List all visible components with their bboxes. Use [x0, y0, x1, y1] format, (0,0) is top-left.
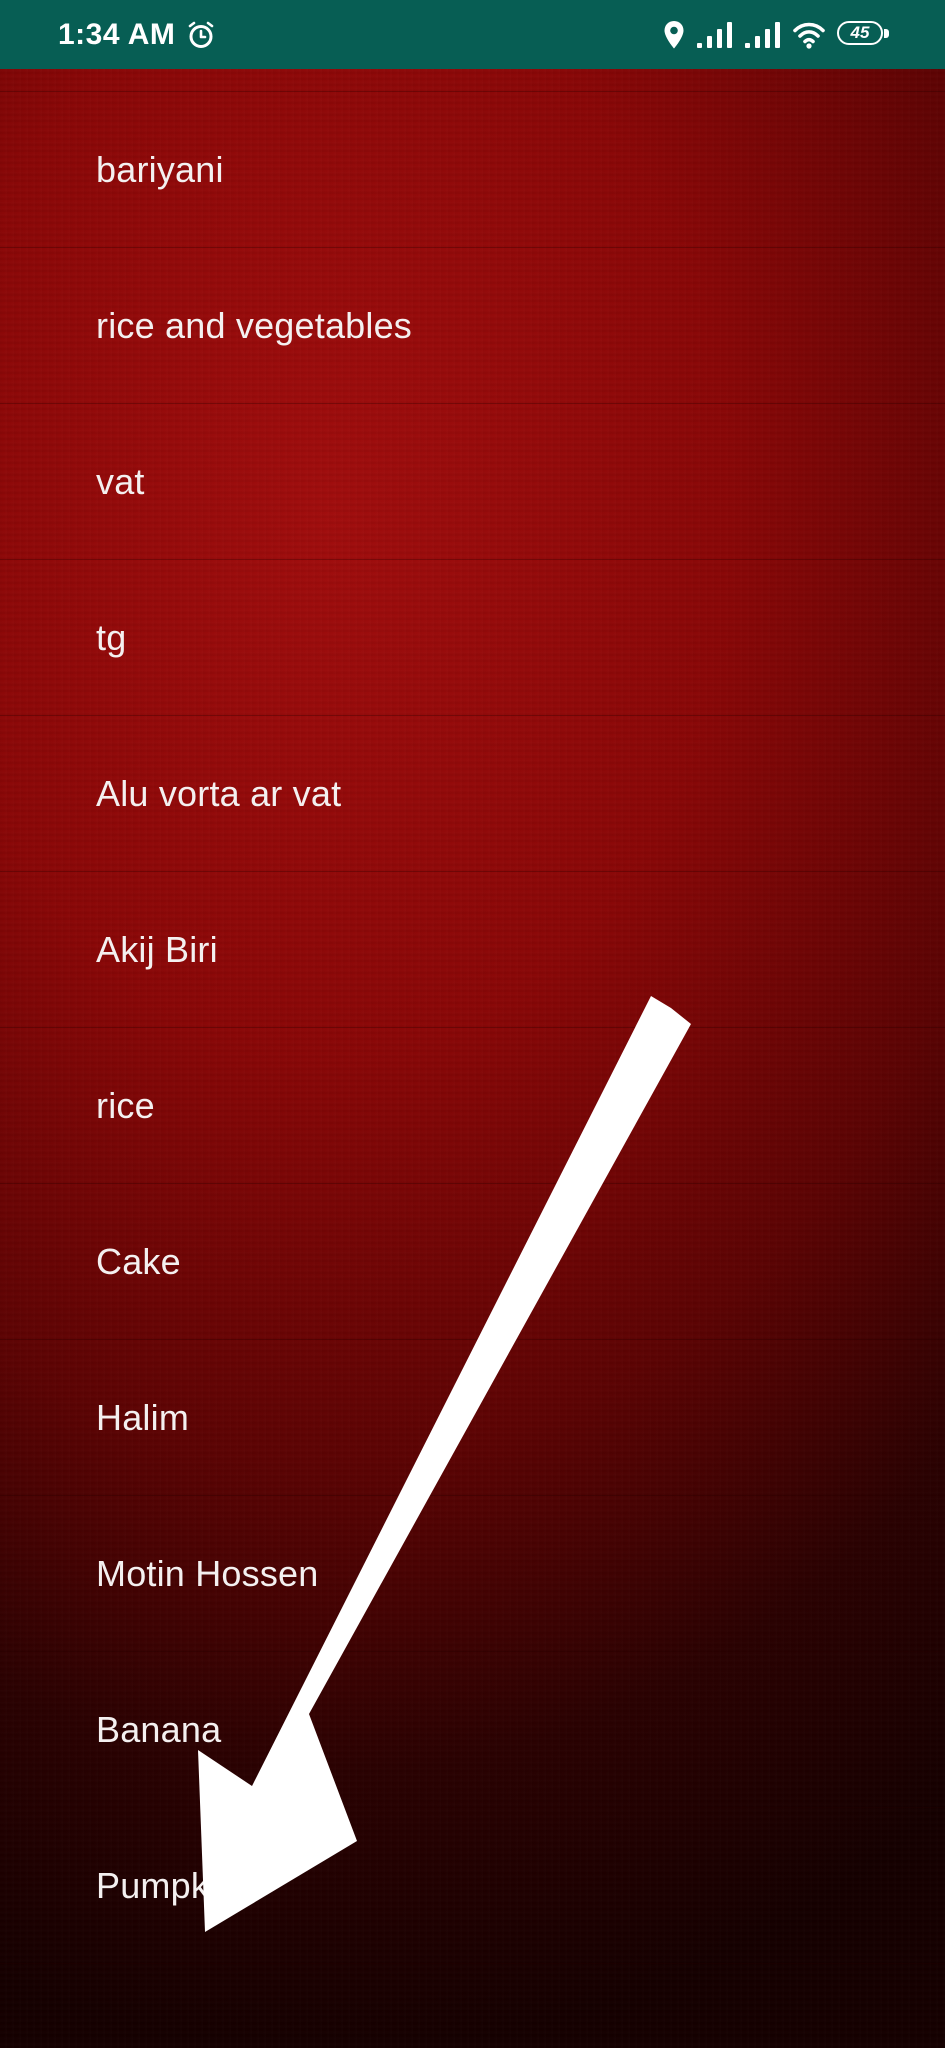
location-icon: [664, 21, 684, 49]
list-item[interactable]: Pumpkin: [0, 1808, 945, 1964]
list-item[interactable]: Banana: [0, 1652, 945, 1808]
list-item[interactable]: rice and vegetables: [0, 248, 945, 404]
list-item[interactable]: Alu vorta ar vat: [0, 716, 945, 872]
food-list: sambar rice bariyani rice and vegetables…: [0, 0, 945, 1964]
list-item-label: Cake: [96, 1241, 181, 1282]
list-item-label: Pumpkin: [96, 1865, 238, 1906]
screen: 1:34 AM 45 bariyani rice and vegetables …: [0, 0, 945, 2048]
alarm-icon: [188, 21, 214, 48]
list-item-label: rice and vegetables: [96, 305, 413, 346]
list-item[interactable]: tg: [0, 560, 945, 716]
list-item-label: Akij Biri: [96, 929, 218, 970]
list-item-label: bariyani: [96, 149, 224, 190]
status-icons: 45: [663, 18, 891, 52]
list-item-label: Banana: [96, 1709, 222, 1750]
list-item[interactable]: Cake: [0, 1184, 945, 1340]
list-item[interactable]: Motin Hossen: [0, 1496, 945, 1652]
signal-icon: [697, 22, 732, 48]
list-item[interactable]: vat: [0, 404, 945, 560]
status-time: 1:34 AM: [58, 18, 176, 51]
list-item-label: rice: [96, 1085, 155, 1126]
list-item-label: Alu vorta ar vat: [96, 773, 342, 814]
list-item-label: tg: [96, 617, 127, 658]
list-item[interactable]: Akij Biri: [0, 872, 945, 1028]
list-item-label: vat: [96, 461, 145, 502]
list-item[interactable]: rice: [0, 1028, 945, 1184]
battery-level: 45: [850, 23, 870, 42]
list-item-label: Halim: [96, 1397, 190, 1438]
battery-icon: 45: [837, 21, 891, 49]
list-item[interactable]: Halim: [0, 1340, 945, 1496]
wifi-icon: [793, 22, 825, 49]
list-item[interactable]: bariyani: [0, 92, 945, 248]
status-bar: 1:34 AM 45: [0, 0, 945, 69]
list-item-label: Motin Hossen: [96, 1553, 319, 1594]
signal-icon: [745, 22, 780, 48]
